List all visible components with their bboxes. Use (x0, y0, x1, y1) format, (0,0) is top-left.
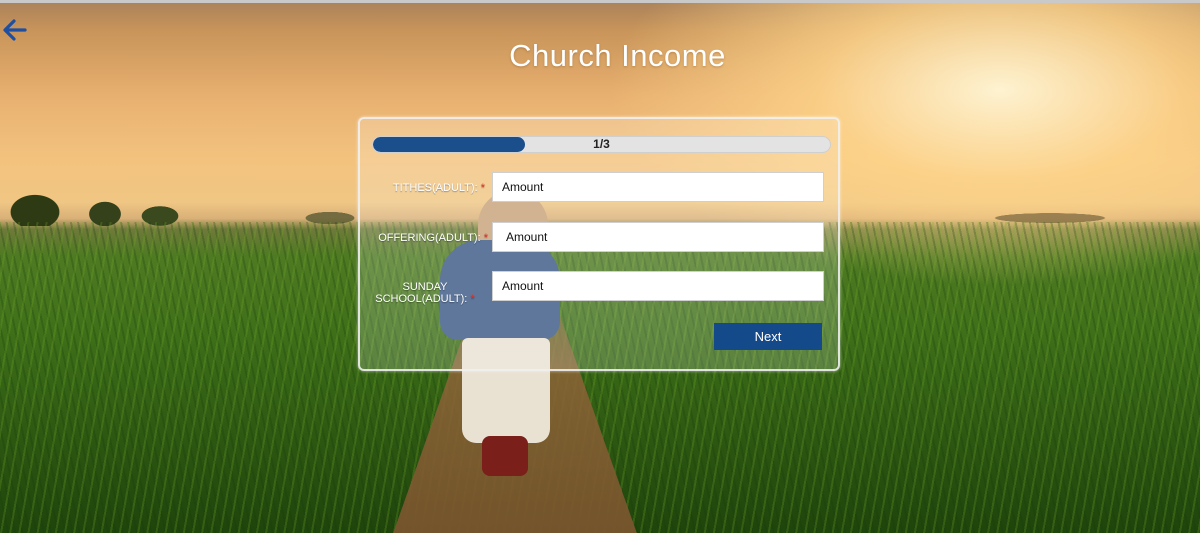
tithes-amount-input[interactable] (492, 172, 824, 202)
offering-label: OFFERING(ADULT): * (378, 232, 488, 244)
next-button[interactable]: Next (714, 323, 822, 350)
required-mark: * (470, 293, 475, 305)
sunday-school-amount-input[interactable] (492, 271, 824, 301)
girl-boots (482, 436, 528, 476)
sunday-school-label: SUNDAY SCHOOL(ADULT): * (375, 281, 475, 305)
progress-text: 1/3 (593, 137, 610, 151)
top-border (0, 0, 1200, 3)
page-title: Church Income (509, 38, 726, 73)
page-background: Church Income 1/3 TITHES(ADULT): * OFFER… (0, 0, 1200, 533)
progress-bar: 1/3 (372, 136, 831, 153)
required-mark: * (483, 232, 488, 244)
required-mark: * (480, 182, 485, 194)
offering-amount-input[interactable] (492, 222, 824, 252)
tithes-label: TITHES(ADULT): * (392, 182, 485, 194)
income-form: 1/3 TITHES(ADULT): * OFFERING(ADULT): * … (358, 117, 840, 371)
